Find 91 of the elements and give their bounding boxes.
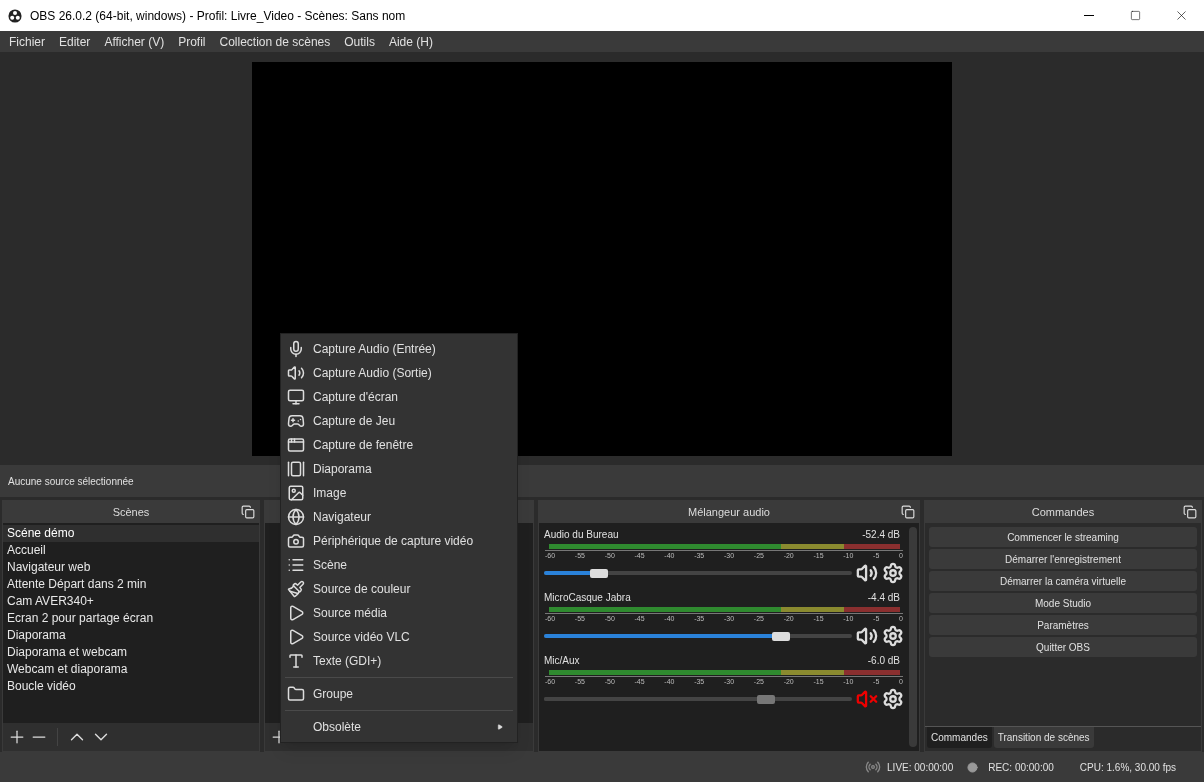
dock-title: Commandes — [1031, 504, 1095, 520]
menu-item[interactable]: Fichier — [2, 32, 52, 51]
menu-option[interactable]: Texte (GDI+) — [281, 649, 517, 673]
menu-option[interactable]: Capture de Jeu — [281, 409, 517, 433]
control-button[interactable]: Commencer le streaming — [929, 527, 1197, 547]
dock-title: Scènes — [112, 504, 150, 520]
menu-item[interactable]: Outils — [337, 32, 382, 51]
menu-option[interactable]: Image — [281, 481, 517, 505]
cpu-usage: CPU: 1.6%, 30.00 fps — [1079, 760, 1176, 775]
menu-option[interactable]: Obsolète — [285, 715, 513, 739]
settings-icon[interactable] — [882, 688, 904, 710]
menu-item[interactable]: Editer — [52, 32, 98, 51]
slider-thumb[interactable] — [772, 631, 791, 641]
scene-item[interactable]: Diaporama — [3, 627, 259, 644]
speaker-icon[interactable] — [856, 625, 878, 647]
menu-option[interactable]: Groupe — [285, 682, 513, 706]
no-source-label: Aucune source sélectionnée — [8, 474, 135, 489]
menu-option[interactable]: Navigateur — [281, 505, 517, 529]
menu-option[interactable]: Scène — [281, 553, 517, 577]
menu-option[interactable]: Source vidéo VLC — [281, 625, 517, 649]
scene-item[interactable]: Scéne démo — [3, 525, 259, 542]
menu-option[interactable]: Capture de fenêtre — [281, 433, 517, 457]
control-button[interactable]: Quitter OBS — [929, 637, 1197, 657]
scene-item[interactable]: Ecran 2 pour partage écran — [3, 610, 259, 627]
record-dot-icon — [967, 761, 979, 773]
app-logo-icon — [8, 8, 22, 23]
channel-name: MicroCasque Jabra — [544, 591, 631, 605]
scene-item[interactable]: Webcam et diaporama — [3, 661, 259, 678]
float-dock-icon[interactable] — [1183, 505, 1197, 519]
channel-name: Audio du Bureau — [544, 528, 619, 542]
list-icon — [287, 556, 305, 574]
scene-item[interactable]: Accueil — [3, 542, 259, 559]
menu-option[interactable]: Source média — [281, 601, 517, 625]
broadcast-icon — [865, 759, 882, 775]
dock-title: Mélangeur audio — [688, 504, 770, 520]
control-button[interactable]: Paramètres — [929, 615, 1197, 635]
image-icon — [287, 484, 305, 502]
settings-icon[interactable] — [882, 625, 904, 647]
channel-reading: -52.4 dB — [862, 528, 900, 542]
dock-tab[interactable]: Commandes — [927, 727, 992, 748]
text-icon — [287, 652, 305, 670]
speaker-icon[interactable] — [856, 562, 878, 584]
scene-item[interactable]: Diaporama et webcam — [3, 644, 259, 661]
speaker-icon — [287, 364, 305, 382]
monitor-icon — [287, 388, 305, 406]
window-icon — [287, 436, 305, 454]
settings-icon[interactable] — [882, 562, 904, 584]
slider-thumb[interactable] — [590, 568, 609, 578]
channel-name: Mic/Aux — [544, 654, 580, 668]
channel-reading: -6.0 dB — [867, 654, 900, 668]
volume-slider[interactable] — [544, 629, 852, 643]
play-icon — [287, 604, 305, 622]
menu-item[interactable]: Afficher (V) — [97, 32, 172, 51]
microphone-icon — [287, 340, 305, 358]
dock-tab[interactable]: Transition de scènes — [993, 727, 1094, 748]
menu-item[interactable]: Profil — [171, 32, 213, 51]
scrollbar[interactable] — [909, 527, 917, 747]
volume-slider[interactable] — [544, 692, 852, 706]
muted-speaker-icon[interactable] — [856, 688, 878, 710]
menu-item[interactable]: Collection de scènes — [212, 32, 338, 51]
control-button[interactable]: Démarrer l'enregistrement — [929, 549, 1197, 569]
scene-item[interactable]: Attente Départ dans 2 min — [3, 576, 259, 593]
volume-slider[interactable] — [544, 566, 852, 580]
brush-icon — [287, 580, 305, 598]
menu-option[interactable]: Source de couleur — [281, 577, 517, 601]
menu-option[interactable]: Capture Audio (Sortie) — [281, 361, 517, 385]
scene-item[interactable]: Cam AVER340+ — [3, 593, 259, 610]
float-dock-icon[interactable] — [901, 505, 915, 519]
menu-option[interactable]: Capture d'écran — [281, 385, 517, 409]
submenu-arrow-icon — [497, 724, 503, 730]
live-time: LIVE: 00:00:00 — [887, 760, 954, 775]
globe-icon — [287, 508, 305, 526]
window-title: OBS 26.0.2 (64-bit, windows) - Profil: Livre_Video - Scènes: Sans nom — [30, 7, 406, 25]
control-button[interactable]: Mode Studio — [929, 593, 1197, 613]
camera-icon — [287, 532, 305, 550]
gamepad-icon — [287, 412, 305, 430]
menu-option[interactable]: Capture Audio (Entrée) — [281, 337, 517, 361]
menu-option[interactable]: Diaporama — [281, 457, 517, 481]
control-button[interactable]: Démarrer la caméra virtuelle — [929, 571, 1197, 591]
minimize-icon — [1084, 15, 1094, 16]
scene-item[interactable]: Navigateur web — [3, 559, 259, 576]
scene-item[interactable]: Boucle vidéo — [3, 678, 259, 695]
folder-icon — [287, 685, 305, 703]
slider-thumb[interactable] — [756, 694, 775, 704]
float-dock-icon[interactable] — [241, 505, 255, 519]
rec-time: REC: 00:00:00 — [988, 760, 1054, 775]
play-icon — [287, 628, 305, 646]
menu-item[interactable]: Aide (H) — [381, 32, 440, 51]
menu-option[interactable]: Périphérique de capture vidéo — [281, 529, 517, 553]
channel-reading: -4.4 dB — [867, 591, 900, 605]
maximize-icon — [1129, 10, 1141, 21]
